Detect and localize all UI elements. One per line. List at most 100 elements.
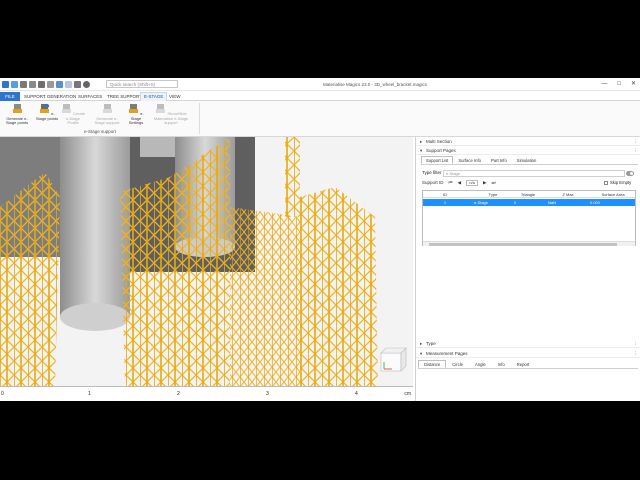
tab-angle[interactable]: Angle: [469, 360, 492, 368]
cell-triangle: 0: [513, 200, 517, 205]
show-hide-icon: [156, 104, 166, 113]
search-icon: [83, 81, 90, 88]
estage-points-button[interactable]: e-Stage points: [34, 103, 60, 121]
generate-points-icon: [12, 104, 22, 113]
cell-id: 1: [443, 200, 447, 205]
quick-search-input[interactable]: Quick search (Shift+S): [106, 80, 178, 88]
column-header-surface-area[interactable]: Surface Area: [591, 191, 635, 198]
ruler-tick-label: 0: [1, 391, 4, 397]
next-arrow-icon[interactable]: ▶: [483, 179, 486, 187]
prev-arrow-icon[interactable]: ◀: [458, 179, 461, 187]
column-header-id[interactable]: ID: [435, 191, 455, 198]
tab-support-list[interactable]: Support List: [421, 156, 454, 164]
support-subtabs: Support List Surface Info Part Info Simu…: [421, 156, 541, 164]
skip-empty-checkbox[interactable]: [604, 181, 608, 185]
measurement-tabs: Distance Circle Angle Info Report: [418, 360, 535, 368]
ribbon-tabs: FILE SUPPORT GENERATION SURFACES TREE SU…: [0, 92, 640, 101]
skip-empty-option[interactable]: Skip Empty: [604, 179, 631, 187]
show-hide-estage-support-button[interactable]: Show/Hide Materialise e-Stage support: [150, 103, 192, 126]
type-filter-select[interactable]: e-Stage: [443, 170, 625, 177]
tab-report[interactable]: Report: [511, 360, 536, 368]
generate-estage-points-label: Generate e-Stage points: [5, 115, 29, 125]
subtab-divider: [421, 164, 638, 165]
table-scrollbar[interactable]: [423, 241, 635, 246]
part-cylinder-1: [60, 137, 130, 317]
drag-handle-icon[interactable]: ⋮: [634, 340, 639, 348]
measurement-pages-header[interactable]: ▾ Measurement Pages ⋮: [416, 350, 640, 358]
ruler-tick-label: 1: [88, 391, 91, 397]
support-pages-header[interactable]: ▾ Support Pages ⋮: [416, 147, 640, 155]
window-controls: — □ ✕: [601, 80, 636, 88]
support-pages-label: Support Pages: [426, 148, 456, 153]
first-arrow-icon[interactable]: ⏮: [449, 179, 453, 187]
undo-icon[interactable]: [56, 81, 63, 88]
magics-window: Quick search (Shift+S) Materialise Magic…: [0, 78, 640, 401]
drag-handle-icon[interactable]: ⋮: [634, 138, 639, 146]
type-section-header[interactable]: ▸ Type ⋮: [416, 340, 640, 348]
estage-settings-button[interactable]: e-Stage Settings: [123, 103, 149, 126]
column-header-triangle[interactable]: Triangle: [511, 191, 545, 198]
3d-viewport[interactable]: [0, 137, 413, 386]
tab-support-generation[interactable]: SUPPORT GENERATION: [24, 92, 76, 101]
generate-estage-support-label: Generate e-Stage support: [94, 115, 120, 125]
support-id-input[interactable]: n/a: [466, 180, 479, 186]
table-header: ID Type Triangle Z Max Surface Area: [423, 191, 635, 198]
support-lattice-left: [0, 172, 60, 386]
ruler-tick-label: 3: [266, 391, 269, 397]
drag-handle-icon[interactable]: ⋮: [634, 350, 639, 358]
ribbon-panel: Generate e-Stage points e-Stage points C…: [0, 101, 640, 137]
ribbon-group-label: e-Stage support: [83, 129, 117, 134]
tab-e-stage[interactable]: E-STAGE: [140, 92, 168, 101]
new-icon[interactable]: [11, 81, 18, 88]
scrollbar-thumb[interactable]: [429, 243, 617, 246]
multi-section-header[interactable]: ▸ Multi Section ⋮: [416, 138, 640, 146]
tab-info[interactable]: Info: [492, 360, 511, 368]
tab-tree-support[interactable]: TREE SUPPORT: [107, 92, 142, 101]
create-estage-profile-button[interactable]: Create e-Stage Profile: [60, 103, 86, 126]
app-logo-icon: [2, 81, 9, 88]
type-filter-toggle[interactable]: [626, 171, 634, 176]
drag-handle-icon[interactable]: ⋮: [634, 147, 639, 155]
scene-render: [0, 137, 413, 386]
tab-file[interactable]: FILE: [0, 92, 20, 101]
tab-distance[interactable]: Distance: [418, 360, 447, 368]
table-row[interactable]: 1 e-Stage 0 NaN 0.000: [423, 199, 635, 206]
redo-icon[interactable]: [65, 81, 72, 88]
support-id-label: Support ID: [422, 180, 444, 185]
part-cylinder-1-base: [60, 303, 130, 331]
support-table: ID Type Triangle Z Max Surface Area 1 e-…: [422, 190, 636, 246]
tab-surface-info[interactable]: Surface Info: [453, 156, 486, 164]
type-section-label: Type: [426, 341, 436, 346]
tab-simulation[interactable]: Simulation: [512, 156, 542, 164]
tab-circle[interactable]: Circle: [446, 360, 469, 368]
title-bar: Quick search (Shift+S) Materialise Magic…: [0, 78, 640, 91]
maximize-button[interactable]: □: [617, 80, 621, 88]
column-header-zmax[interactable]: Z Max: [551, 191, 585, 198]
save-icon[interactable]: [29, 81, 36, 88]
measurement-pages-label: Measurement Pages: [426, 351, 468, 356]
close-button[interactable]: ✕: [631, 80, 636, 88]
last-arrow-icon[interactable]: ⏭: [492, 179, 496, 187]
export-icon[interactable]: [47, 81, 54, 88]
type-filter-label: Type filter: [422, 170, 442, 175]
tab-surfaces[interactable]: SURFACES: [78, 92, 102, 101]
multi-section-label: Multi Section: [426, 139, 452, 144]
measurement-tab-divider: [418, 368, 638, 369]
column-header-type[interactable]: Type: [473, 191, 513, 198]
quick-access-toolbar: [2, 80, 90, 89]
import-icon[interactable]: [38, 81, 45, 88]
open-icon[interactable]: [20, 81, 27, 88]
cell-type: e-Stage: [473, 200, 488, 205]
support-lattice-fine: [230, 207, 300, 386]
window-title: Materialise Magics 23.0 - 3D_wheel_brack…: [322, 82, 428, 87]
support-lattice-right: [300, 187, 378, 386]
view-cube[interactable]: [380, 347, 407, 372]
minimize-button[interactable]: —: [601, 80, 607, 88]
part-dark-top: [140, 137, 175, 157]
tab-part-info[interactable]: Part Info: [486, 156, 512, 164]
generate-estage-points-button[interactable]: Generate e-Stage points: [4, 103, 30, 126]
generate-estage-support-button[interactable]: Generate e-Stage support: [94, 103, 120, 126]
tab-view[interactable]: VIEW: [169, 92, 181, 101]
customize-icon[interactable]: [74, 81, 81, 88]
support-id-row: Support ID ⏮ ◀ n/a ▶ ⏭: [422, 179, 496, 187]
